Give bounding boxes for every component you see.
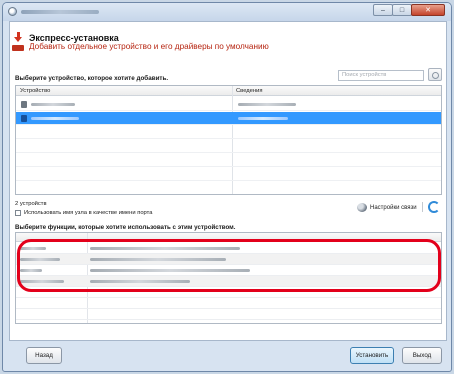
window-controls: – □ ✕: [373, 4, 445, 16]
exit-button[interactable]: Выход: [402, 347, 442, 364]
printer-icon: [21, 101, 27, 108]
device-details: [238, 117, 288, 120]
back-button[interactable]: Назад: [26, 347, 62, 364]
refresh-icon[interactable]: [428, 201, 440, 213]
device-table-header: Устройство Сведения: [16, 86, 441, 96]
hostname-port-checkbox[interactable]: [15, 210, 21, 216]
device-row-selected[interactable]: [16, 112, 441, 125]
close-button[interactable]: ✕: [411, 4, 445, 16]
connection-settings-icon: [357, 203, 367, 212]
device-count: 2 устройств: [15, 201, 47, 207]
connection-settings-label: Настройки связи: [370, 204, 417, 211]
window-title: [21, 10, 99, 14]
device-details: [238, 103, 296, 106]
device-name: [31, 103, 75, 106]
device-row[interactable]: [16, 98, 441, 111]
highlight-annotation: [17, 239, 441, 292]
search-button[interactable]: [428, 68, 442, 81]
printer-icon: [21, 115, 27, 122]
device-instruction: Выберите устройство, которое хотите доба…: [15, 75, 169, 82]
maximize-button[interactable]: □: [392, 4, 412, 16]
hostname-port-label: Использовать имя узла в качестве имени п…: [24, 210, 153, 216]
device-table: Устройство Сведения: [15, 85, 442, 195]
download-arrow-icon: [14, 32, 22, 43]
column-header-details[interactable]: Сведения: [236, 88, 262, 94]
column-header-device[interactable]: Устройство: [20, 88, 50, 94]
install-printer-icon: [12, 32, 24, 54]
device-search-input[interactable]: Поиск устройств: [338, 70, 424, 81]
device-name: [31, 117, 79, 120]
function-instruction: Выберите функции, которые хотите использ…: [15, 224, 236, 231]
title-bar[interactable]: – □ ✕: [3, 3, 451, 21]
page-subtitle: Добавить отдельное устройство и его драй…: [29, 42, 269, 51]
minimize-button[interactable]: –: [373, 4, 393, 16]
printer-icon: [12, 45, 24, 51]
toolbar-divider: [422, 202, 423, 212]
hostname-port-option[interactable]: Использовать имя узла в качестве имени п…: [15, 210, 152, 216]
connection-settings-button[interactable]: Настройки связи: [357, 203, 417, 212]
app-icon: [8, 7, 17, 16]
install-button[interactable]: Установить: [350, 347, 394, 364]
